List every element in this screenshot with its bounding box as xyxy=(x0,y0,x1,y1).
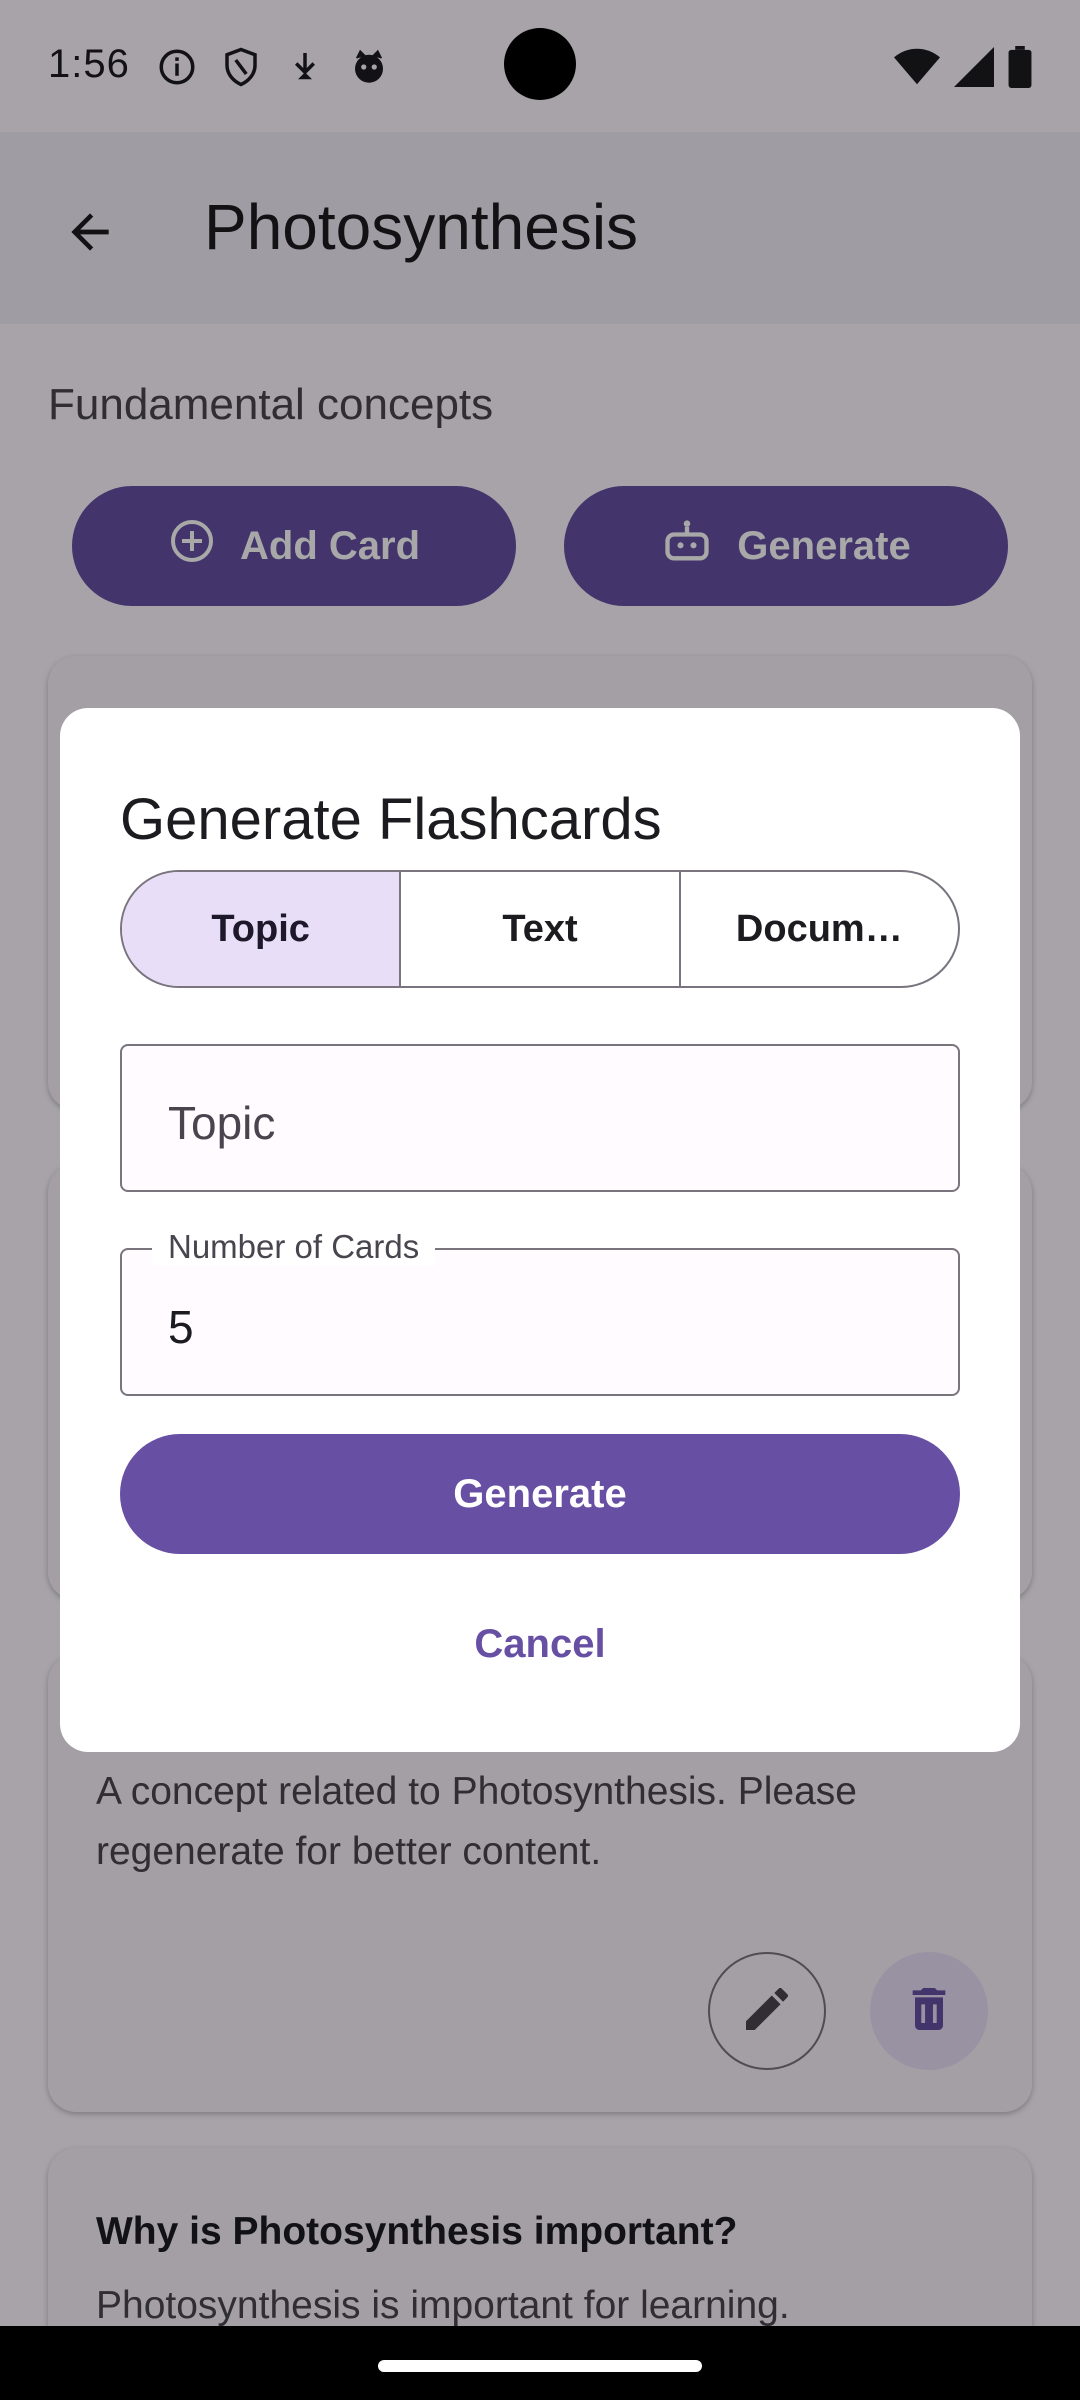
gesture-handle[interactable] xyxy=(378,2360,702,2372)
cancel-button[interactable]: Cancel xyxy=(430,1604,650,1684)
topic-placeholder: Topic xyxy=(168,1097,276,1149)
generate-button[interactable]: Generate xyxy=(120,1434,960,1554)
number-of-cards-input[interactable]: Number of Cards 5 xyxy=(120,1228,960,1396)
segment-text[interactable]: Text xyxy=(399,872,678,986)
app-screen: 1:56 Photosynthesis Fundamental concepts… xyxy=(0,0,1080,2326)
number-of-cards-label: Number of Cards xyxy=(152,1228,436,1266)
segment-document[interactable]: Docum… xyxy=(678,872,958,986)
number-of-cards-value: 5 xyxy=(168,1301,194,1353)
navigation-bar xyxy=(0,2326,1080,2400)
topic-input[interactable]: Topic xyxy=(120,1044,960,1192)
dialog-title: Generate Flashcards xyxy=(120,787,662,852)
segment-topic[interactable]: Topic xyxy=(122,872,400,986)
source-segmented-control: Topic Text Docum… xyxy=(120,870,960,988)
generate-flashcards-dialog: Generate Flashcards Topic Text Docum… To… xyxy=(60,708,1020,1752)
